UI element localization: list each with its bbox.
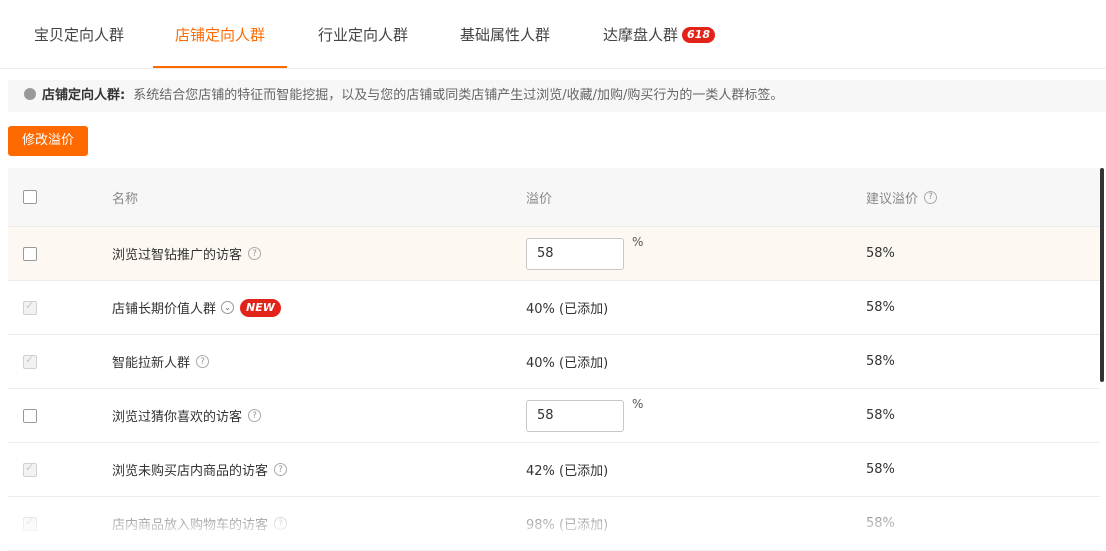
info-icon	[24, 88, 36, 100]
suggested-bid: 58%	[866, 516, 895, 531]
audience-table: 名称 溢价 建议溢价? 浏览过智钻推广的访客? % 58% 店铺长期价值人群 ⌄ N…	[8, 168, 1100, 551]
help-icon[interactable]: ?	[248, 247, 262, 260]
scrollbar[interactable]	[1100, 168, 1104, 382]
tab-store-targeting[interactable]: 店铺定向人群	[153, 24, 288, 68]
suggested-bid: 58%	[866, 462, 895, 477]
help-icon[interactable]: ?	[274, 463, 288, 476]
audience-name: 智能拉新人群	[112, 356, 191, 371]
select-all-checkbox[interactable]	[23, 190, 37, 204]
tab-bar: 宝贝定向人群 店铺定向人群 行业定向人群 基础属性人群 达摩盘人群 618	[0, 0, 1106, 69]
suggested-bid: 58%	[866, 408, 895, 423]
notice-text: 系统结合您店铺的特征而智能挖掘，以及与您的店铺或同类店铺产生过浏览/收藏/加购/…	[133, 88, 784, 103]
bid-value: 98% (已添加)	[526, 518, 609, 533]
tab-label: 宝贝定向人群	[34, 26, 125, 44]
audience-name: 浏览过智钻推广的访客	[112, 248, 243, 263]
help-icon[interactable]: ?	[196, 355, 210, 368]
table-header: 名称 溢价 建议溢价?	[8, 168, 1100, 227]
table-row: 店内商品放入购物车的访客? 98% (已添加) 58%	[8, 497, 1100, 551]
percent-unit: %	[632, 235, 644, 249]
suggested-bid: 58%	[866, 354, 895, 369]
active-tab-indicator	[153, 66, 288, 68]
tab-label: 达摩盘人群	[603, 26, 679, 44]
chevron-down-icon[interactable]: ⌄	[221, 301, 235, 314]
tab-industry-targeting[interactable]: 行业定向人群	[318, 24, 408, 68]
new-badge: NEW	[240, 298, 281, 317]
help-icon[interactable]: ?	[248, 409, 262, 422]
table-row: 智能拉新人群? 40% (已添加) 58%	[8, 335, 1100, 389]
notice-title: 店铺定向人群:	[42, 88, 126, 103]
modify-premium-button[interactable]: 修改溢价	[8, 126, 88, 156]
suggested-bid: 58%	[866, 246, 895, 261]
row-checkbox-disabled	[23, 461, 37, 477]
row-checkbox-disabled	[23, 353, 37, 369]
header-suggested: 建议溢价	[866, 191, 919, 207]
tab-item-targeting[interactable]: 宝贝定向人群	[34, 24, 124, 68]
tab-label: 店铺定向人群	[175, 26, 266, 44]
header-name: 名称	[112, 191, 139, 207]
audience-name: 浏览未购买店内商品的访客	[112, 464, 269, 479]
promo-618-badge: 618	[682, 27, 715, 43]
row-checkbox-disabled	[23, 515, 37, 531]
bid-value: 40% (已添加)	[526, 356, 609, 371]
bid-value: 40% (已添加)	[526, 302, 609, 317]
table-row: 店铺长期价值人群 ⌄ NEW 40% (已添加) 58%	[8, 281, 1100, 335]
help-icon[interactable]: ?	[274, 517, 288, 530]
bid-input[interactable]	[526, 399, 624, 432]
table-row: 浏览过智钻推广的访客? % 58%	[8, 227, 1100, 281]
row-checkbox[interactable]	[23, 408, 37, 423]
percent-unit: %	[632, 397, 644, 411]
suggested-bid: 58%	[866, 300, 895, 315]
tab-basic-attributes[interactable]: 基础属性人群	[460, 24, 550, 68]
help-icon[interactable]: ?	[924, 190, 938, 204]
audience-name: 店铺长期价值人群	[112, 302, 217, 317]
row-checkbox[interactable]	[23, 246, 37, 261]
table-row: 浏览未购买店内商品的访客? 42% (已添加) 58%	[8, 443, 1100, 497]
header-bid: 溢价	[526, 191, 553, 207]
table-row: 浏览过猜你喜欢的访客? % 58%	[8, 389, 1100, 443]
tab-label: 行业定向人群	[318, 26, 409, 44]
audience-name: 浏览过猜你喜欢的访客	[112, 410, 243, 425]
bid-input[interactable]	[526, 237, 624, 270]
row-checkbox-disabled	[23, 299, 37, 315]
bid-value: 42% (已添加)	[526, 464, 609, 479]
tab-label: 基础属性人群	[460, 26, 551, 44]
audience-name: 店内商品放入购物车的访客	[112, 518, 269, 533]
info-notice: 店铺定向人群: 系统结合您店铺的特征而智能挖掘，以及与您的店铺或同类店铺产生过浏览…	[8, 80, 1106, 112]
tab-dmp-audience[interactable]: 达摩盘人群 618	[603, 24, 715, 68]
